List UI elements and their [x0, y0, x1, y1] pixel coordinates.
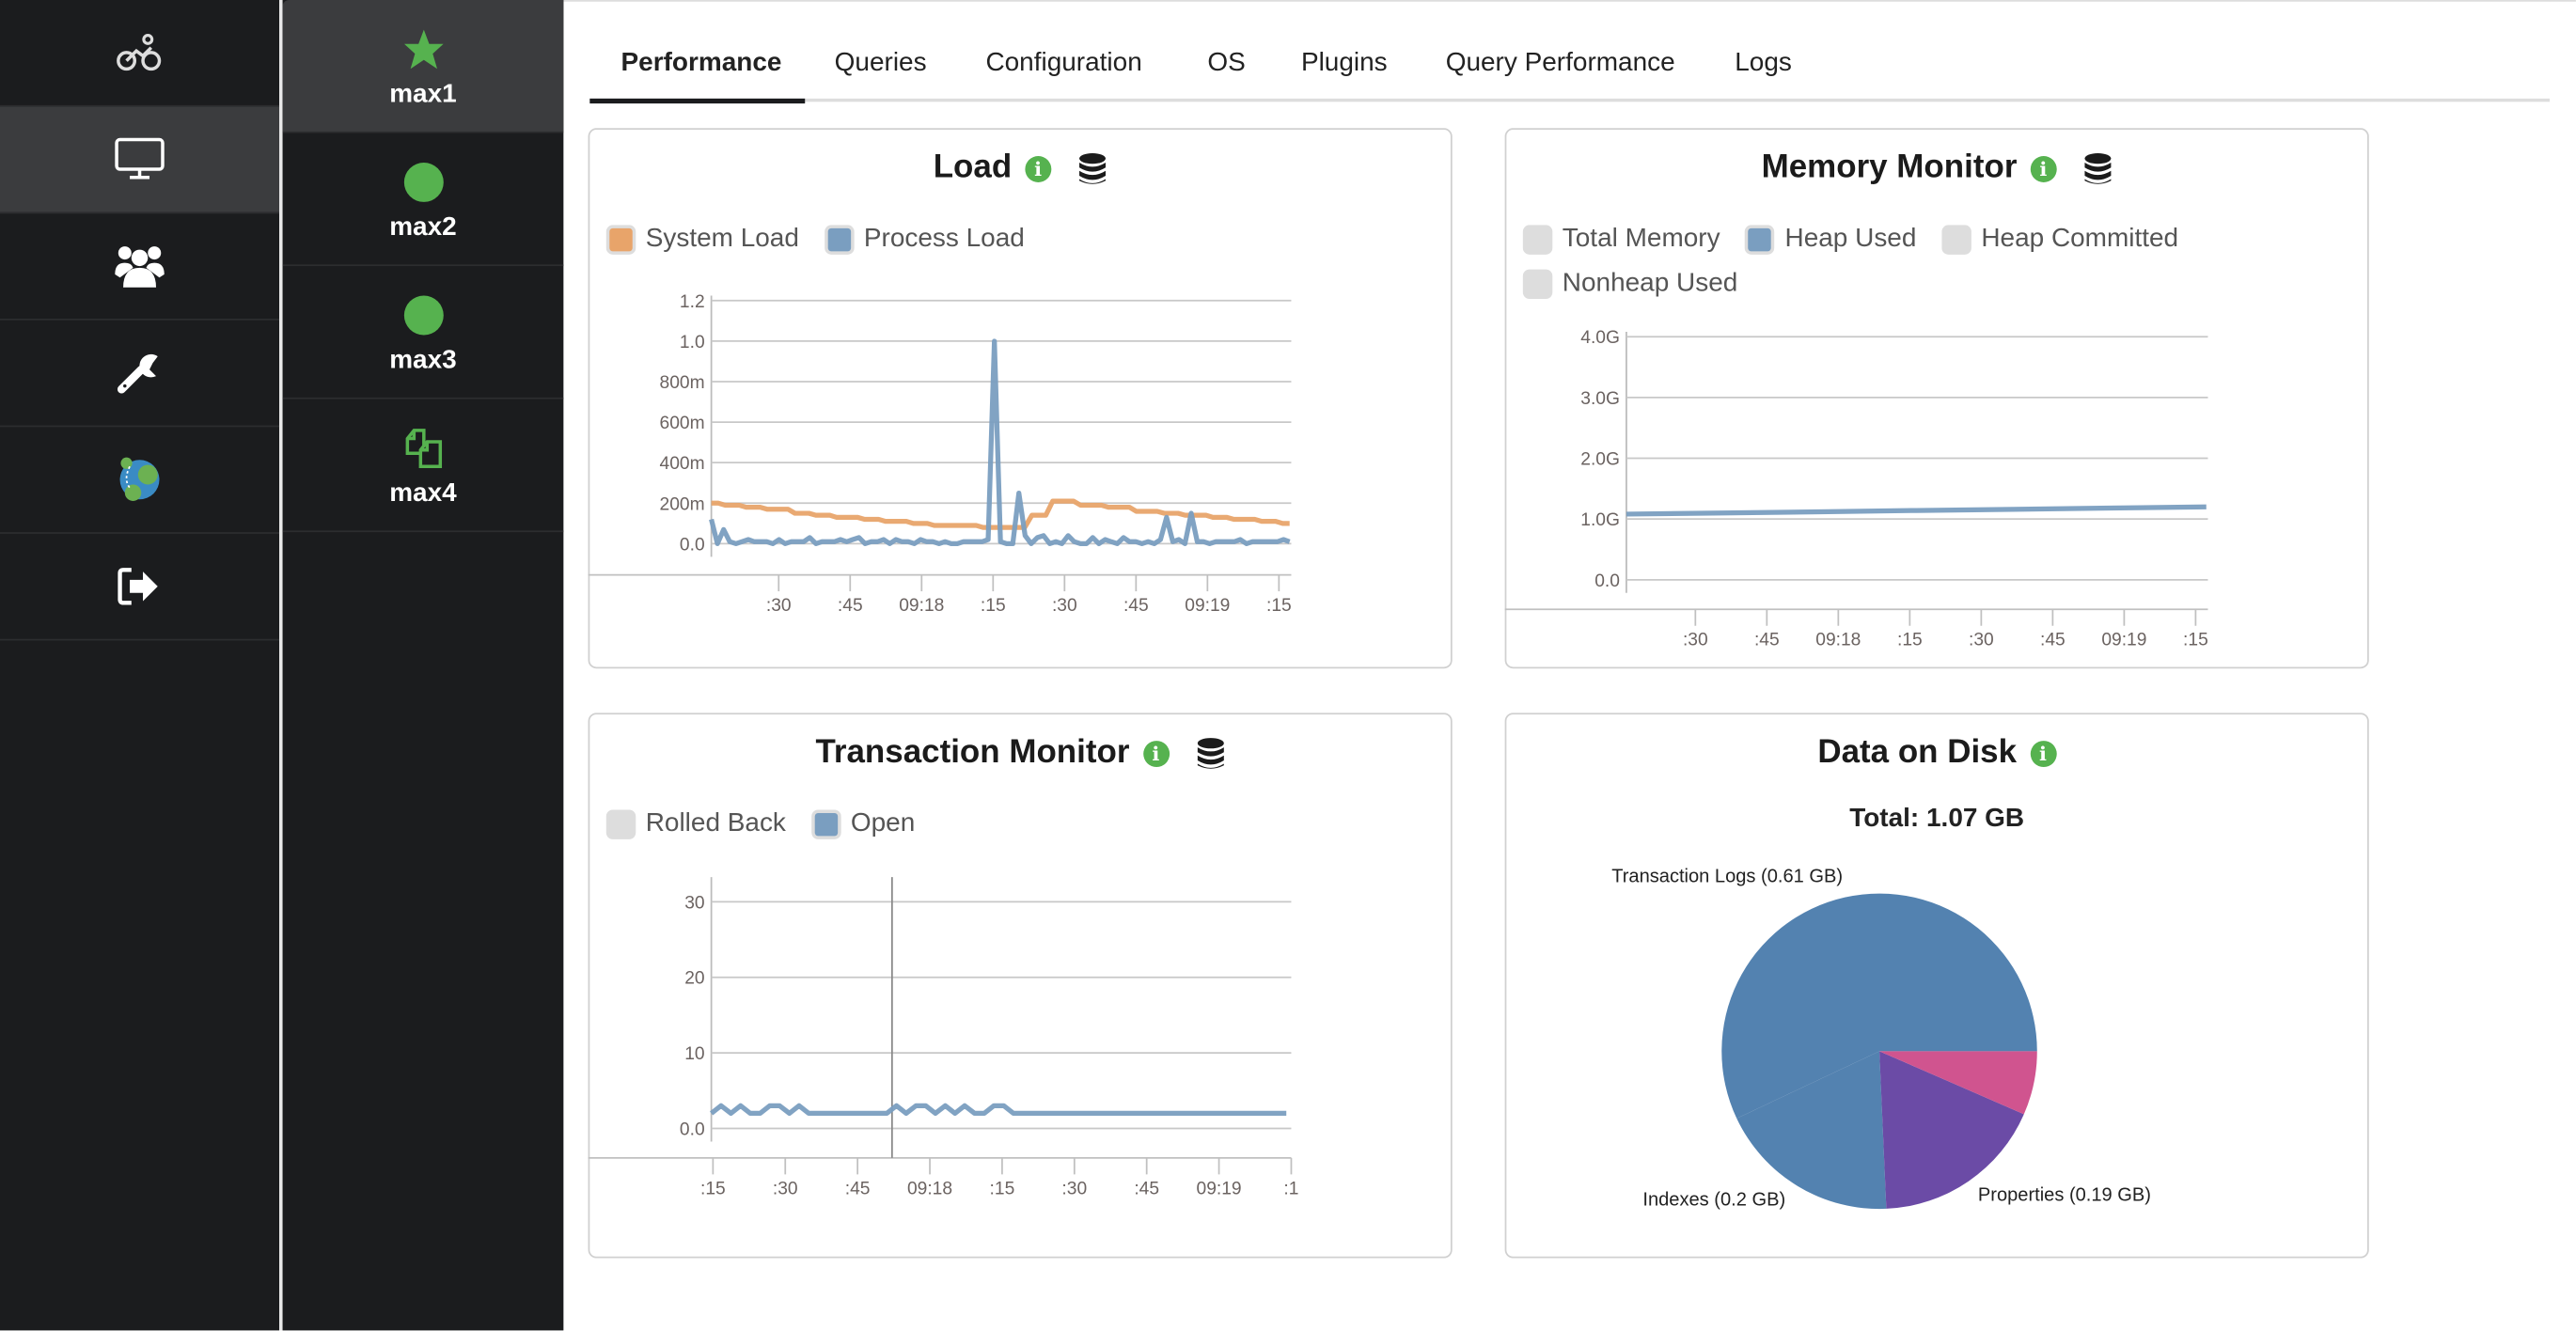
- y-tick-label: 1.2: [680, 292, 705, 312]
- x-tick-label: :30: [1061, 1179, 1087, 1198]
- disk-card: Data on Disk i Total: 1.07 GB Transactio…: [1504, 712, 2369, 1259]
- x-tick-label: 09:18: [899, 596, 944, 616]
- x-tick-label: :1: [1283, 1179, 1298, 1198]
- x-tick-label: :45: [1754, 631, 1780, 650]
- monitor-icon: [115, 137, 165, 180]
- instance-label: max3: [389, 346, 457, 375]
- tab-os[interactable]: OS: [1207, 49, 1245, 78]
- instance-label: max2: [389, 213, 457, 242]
- x-tick-label: :45: [1123, 596, 1149, 616]
- x-tick-label: :45: [845, 1179, 871, 1198]
- tab-plugins[interactable]: Plugins: [1301, 49, 1388, 78]
- sidebar-item-activity[interactable]: [0, 0, 280, 107]
- x-tick-label: :30: [1969, 631, 1994, 650]
- x-tick-label: :15: [1897, 631, 1923, 650]
- x-tick-label: :15: [981, 596, 1006, 616]
- x-tick-label: 09:19: [2101, 631, 2146, 650]
- circle-status-icon: [403, 295, 444, 336]
- disk-pie-chart: Transaction Logs (0.61 GB) Indexes (0.2 G…: [1611, 866, 2151, 1211]
- instance-item-max1[interactable]: max1: [282, 0, 564, 133]
- app-window: max1 max2 max3 max4 Performance Queries …: [0, 0, 2576, 1331]
- instance-item-max2[interactable]: max2: [282, 133, 564, 267]
- y-tick-label: 30: [684, 893, 704, 913]
- x-tick-label: :15: [2183, 631, 2208, 650]
- top-border: [563, 0, 2576, 2]
- y-tick-label: 4.0G: [1580, 328, 1620, 348]
- users-icon: [115, 246, 165, 288]
- y-tick-label: 0.0: [680, 535, 705, 555]
- x-tick-label: :45: [1134, 1179, 1159, 1198]
- x-tick-label: 09:19: [1197, 1179, 1242, 1198]
- x-tick-label: 09:18: [907, 1179, 952, 1198]
- sign-out-icon: [118, 568, 158, 605]
- tab-logs[interactable]: Logs: [1735, 49, 1792, 78]
- circle-status-icon: [403, 162, 444, 202]
- x-tick-label: :15: [700, 1179, 726, 1198]
- primary-sidebar: [0, 0, 280, 1331]
- x-tick-label: 09:18: [1815, 631, 1861, 650]
- tab-configuration[interactable]: Configuration: [985, 49, 1141, 78]
- y-tick-label: 800m: [660, 373, 705, 393]
- y-tick-label: 1.0: [680, 333, 705, 352]
- tab-performance[interactable]: Performance: [621, 49, 782, 78]
- active-tab-indicator: [589, 98, 806, 104]
- y-tick-label: 0.0: [680, 1120, 705, 1139]
- y-tick-label: 600m: [660, 414, 705, 433]
- y-tick-label: 1.0G: [1580, 510, 1620, 530]
- x-tick-label: 09:19: [1185, 596, 1230, 616]
- sidebar-item-users[interactable]: [0, 213, 280, 321]
- instance-label: max1: [389, 80, 457, 109]
- x-tick-label: :30: [1683, 631, 1708, 650]
- instance-label: max4: [389, 479, 457, 508]
- tab-query-performance[interactable]: Query Performance: [1446, 49, 1675, 78]
- copy-files-icon: [405, 429, 443, 469]
- x-tick-label: :30: [773, 1179, 798, 1198]
- x-tick-label: :45: [2040, 631, 2066, 650]
- star-icon: [404, 29, 444, 70]
- wrench-icon: [117, 353, 158, 394]
- pie-label: Indexes (0.2 GB): [1642, 1190, 1785, 1211]
- load-card: Load i System Load Process Load 0.0 200m 4…: [588, 128, 1453, 669]
- sidebar-item-logout[interactable]: [0, 534, 280, 641]
- pie-label: Properties (0.19 GB): [1978, 1184, 2151, 1205]
- pie-label: Transaction Logs (0.61 GB): [1611, 866, 1843, 886]
- neo4j-logo-icon: [119, 457, 160, 501]
- sidebar-item-tools[interactable]: [0, 321, 280, 428]
- transaction-card: Transaction Monitor i Rolled Back Open 0…: [588, 712, 1453, 1259]
- y-tick-label: 0.0: [1594, 572, 1620, 591]
- tab-underline: [589, 98, 2550, 102]
- x-tick-label: :15: [1266, 596, 1292, 616]
- transaction-chart: 0.0 10 20 30 :15 :30 :45 09:18 :15 :30 :45 09:19 :1: [588, 877, 1298, 1198]
- x-tick-label: :30: [766, 596, 792, 616]
- y-tick-label: 2.0G: [1580, 450, 1620, 470]
- memory-chart: 0.0 1.0G 2.0G 3.0G 4.0G :30 :45 09:18 :15 :30 :45 0…: [1504, 328, 2208, 650]
- x-tick-label: :30: [1052, 596, 1077, 616]
- memory-card: Memory Monitor i Total Memory Heap Used …: [1504, 128, 2369, 669]
- sidebar-item-graph-db[interactable]: [0, 427, 280, 534]
- y-tick-label: 200m: [660, 494, 705, 514]
- y-tick-label: 20: [684, 969, 704, 989]
- sidebar-item-monitor[interactable]: [0, 106, 280, 214]
- load-chart: 0.0 200m 400m 600m 800m 1.0 1.2 :30 :45 09:18 :15:…: [588, 292, 1292, 616]
- tab-queries[interactable]: Queries: [835, 49, 927, 78]
- x-tick-label: :15: [990, 1179, 1015, 1198]
- cyclist-icon: [117, 33, 162, 71]
- instance-sidebar: max1 max2 max3 max4: [282, 0, 564, 1331]
- y-tick-label: 400m: [660, 454, 705, 474]
- y-tick-label: 10: [684, 1044, 704, 1064]
- x-tick-label: :45: [838, 596, 863, 616]
- series-line-open: [710, 1103, 1287, 1117]
- instance-item-max4[interactable]: max4: [282, 399, 564, 533]
- instance-item-max3[interactable]: max3: [282, 266, 564, 399]
- y-tick-label: 3.0G: [1580, 389, 1620, 409]
- series-line-heap-used: [1626, 504, 2207, 517]
